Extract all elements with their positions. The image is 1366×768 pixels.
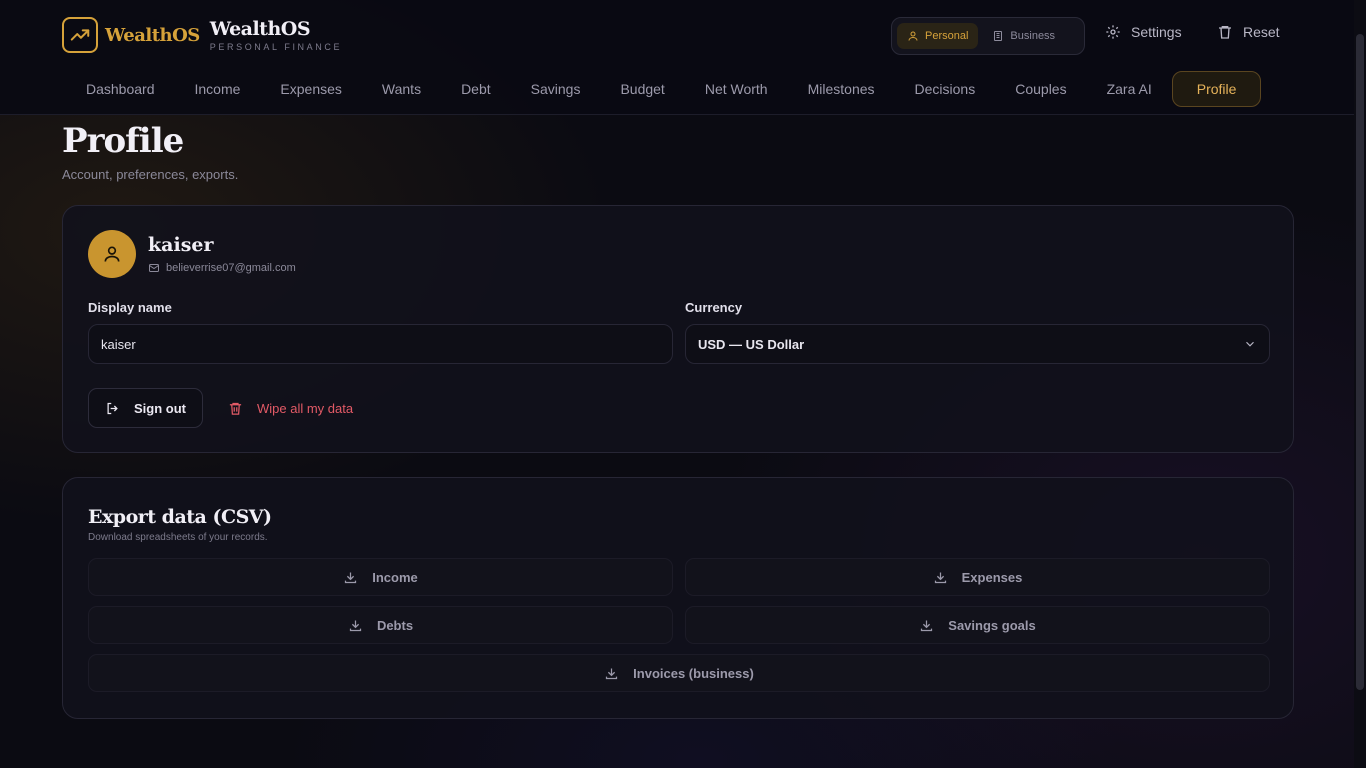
mode-switch: Personal Business	[891, 17, 1085, 55]
avatar	[88, 230, 136, 278]
reset-button[interactable]: Reset	[1217, 24, 1280, 40]
nav-savings[interactable]: Savings	[511, 71, 601, 107]
log-out-icon	[107, 402, 118, 414]
user-email-text: believerrise07@gmail.com	[166, 262, 296, 274]
sign-out-button[interactable]: Sign out	[88, 388, 203, 428]
export-income-label: Income	[372, 569, 418, 585]
nav-milestones[interactable]: Milestones	[788, 71, 895, 107]
export-invoices-label: Invoices (business)	[633, 665, 754, 681]
mode-business-button[interactable]: Business	[982, 23, 1065, 49]
app-subtitle: PERSONAL FINANCE	[209, 41, 343, 52]
user-email: believerrise07@gmail.com	[148, 262, 296, 274]
mode-personal-button[interactable]: Personal	[897, 23, 979, 49]
nav-budget[interactable]: Budget	[600, 71, 684, 107]
logo-wordmark: WealthOS	[105, 24, 200, 46]
export-invoices-button[interactable]: Invoices (business)	[88, 654, 1270, 692]
nav-expenses[interactable]: Expenses	[260, 71, 361, 107]
user-icon	[104, 246, 120, 262]
mail-icon	[149, 264, 159, 272]
main-content: Profile Account, preferences, exports. k…	[62, 115, 1294, 719]
download-icon	[934, 572, 946, 583]
sign-out-label: Sign out	[134, 400, 186, 416]
download-icon	[349, 620, 362, 631]
main-nav: Dashboard Income Expenses Wants Debt Sav…	[66, 71, 1262, 107]
nav-debt[interactable]: Debt	[441, 71, 511, 107]
trash-icon	[1219, 26, 1231, 39]
nav-couples[interactable]: Couples	[995, 71, 1086, 107]
export-debts-button[interactable]: Debts	[88, 606, 673, 644]
export-card: Export data (CSV) Download spreadsheets …	[62, 477, 1294, 719]
page-title: Profile	[62, 121, 184, 161]
user-name: kaiser	[148, 234, 214, 256]
download-icon	[345, 572, 357, 583]
export-expenses-label: Expenses	[961, 569, 1023, 585]
page-scrollbar[interactable]	[1354, 0, 1366, 768]
download-icon	[606, 668, 618, 679]
currency-value: USD — US Dollar	[698, 336, 805, 352]
export-savings-goals-label: Savings goals	[948, 617, 1036, 633]
settings-button[interactable]: Settings	[1105, 24, 1182, 40]
export-subtitle: Download spreadsheets of your records.	[88, 532, 268, 543]
nav-dashboard[interactable]: Dashboard	[66, 71, 175, 107]
currency-label: Currency	[685, 300, 743, 315]
profile-card: kaiser believerrise07@gmail.com Display …	[62, 205, 1294, 453]
page-subtitle: Account, preferences, exports.	[62, 167, 239, 182]
export-debts-label: Debts	[376, 617, 414, 633]
export-savings-goals-button[interactable]: Savings goals	[685, 606, 1270, 644]
nav-net-worth[interactable]: Net Worth	[685, 71, 788, 107]
nav-income[interactable]: Income	[175, 71, 261, 107]
trash-icon	[229, 402, 242, 415]
export-title: Export data (CSV)	[88, 506, 272, 528]
nav-zara-ai[interactable]: Zara AI	[1087, 71, 1172, 107]
app-title: WealthOS	[209, 17, 311, 40]
currency-select[interactable]: USD — US Dollar	[685, 324, 1270, 364]
export-expenses-button[interactable]: Expenses	[685, 558, 1270, 596]
building-icon	[994, 31, 1003, 41]
wipe-data-button[interactable]: Wipe all my data	[228, 388, 353, 428]
gear-icon	[1106, 25, 1120, 39]
brand[interactable]: WealthOS WealthOS PERSONAL FINANCE	[62, 17, 342, 53]
reset-label: Reset	[1243, 24, 1280, 40]
chevron-down-icon	[1246, 341, 1254, 347]
nav-decisions[interactable]: Decisions	[895, 71, 996, 107]
export-income-button[interactable]: Income	[88, 558, 673, 596]
mode-business-label: Business	[1010, 30, 1056, 42]
top-bar: WealthOS WealthOS PERSONAL FINANCE Perso…	[0, 0, 1354, 115]
display-name-input[interactable]	[88, 324, 673, 364]
wipe-data-label: Wipe all my data	[257, 400, 354, 416]
display-name-label: Display name	[88, 300, 172, 315]
download-icon	[921, 620, 933, 631]
nav-wants[interactable]: Wants	[362, 71, 441, 107]
user-icon	[908, 31, 918, 41]
scroll-thumb[interactable]	[1356, 34, 1364, 690]
mode-personal-label: Personal	[925, 30, 969, 42]
trend-up-icon	[62, 17, 98, 53]
nav-profile[interactable]: Profile	[1171, 71, 1262, 107]
settings-label: Settings	[1131, 24, 1182, 40]
